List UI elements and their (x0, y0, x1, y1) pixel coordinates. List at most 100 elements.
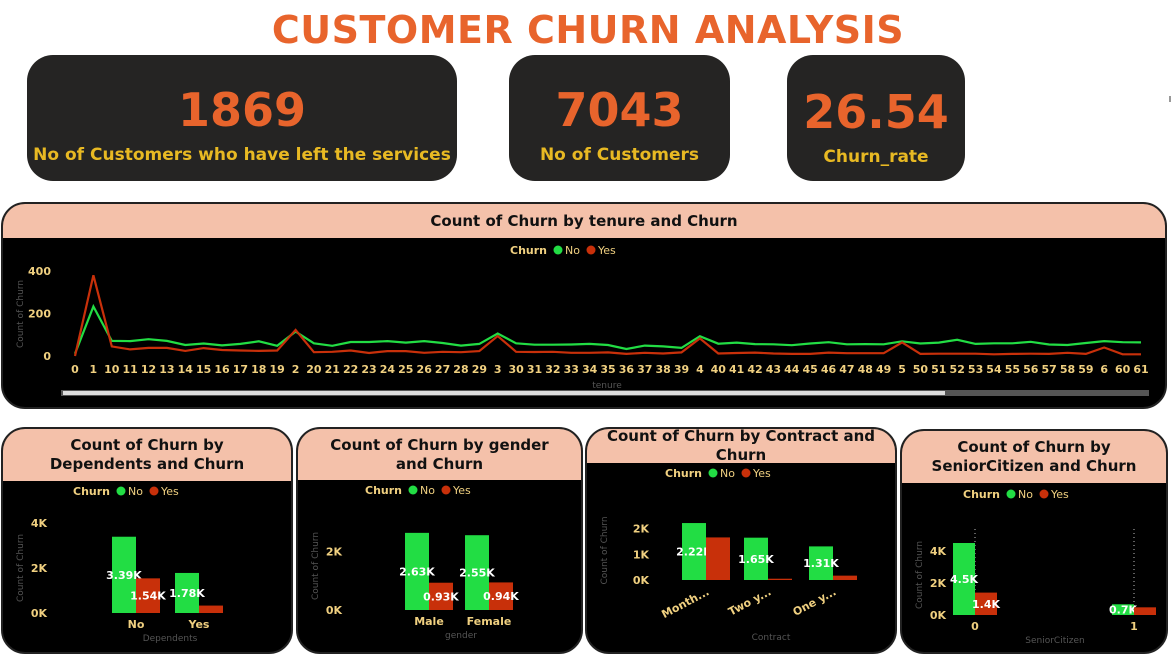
x-tick-label: Male (414, 615, 444, 628)
x-tick-label: 60 (1115, 363, 1131, 376)
data-label: 1.4K (972, 598, 1000, 611)
data-label: 1.65K (738, 553, 774, 566)
legend-yes-marker (586, 245, 596, 255)
x-tick-label: 4 (696, 363, 704, 376)
x-tick-label: 26 (417, 363, 433, 376)
y-tick-label: 4K (31, 517, 48, 530)
x-tick-label: 30 (508, 363, 524, 376)
y-tick-label: 2K (930, 577, 947, 590)
chart-title: Count of Churn by SeniorCitizen and Chur… (902, 431, 1166, 483)
x-tick-label: 14 (178, 363, 194, 376)
x-tick-label: 54 (986, 363, 1002, 376)
x-axis-label: SeniorCitizen (1025, 636, 1084, 646)
legend-no-label: No (128, 485, 143, 498)
bar-yes (833, 575, 857, 580)
x-tick-label: 49 (876, 363, 891, 376)
x-tick-label: 37 (637, 363, 652, 376)
x-axis-label: Contract (752, 633, 791, 643)
x-tick-label: 0 (971, 620, 979, 633)
x-tick-label: 25 (398, 363, 413, 376)
kpi-value: 7043 (555, 83, 684, 137)
x-tick-label: 17 (233, 363, 248, 376)
x-tick-label: 23 (361, 363, 376, 376)
x-tick-label: 31 (527, 363, 542, 376)
data-label: 4.5K (950, 573, 978, 586)
x-tick-label: 3 (494, 363, 502, 376)
chart-title: Count of Churn by Contract and Churn (587, 429, 895, 464)
kpi-label: No of Customers (539, 145, 700, 165)
x-tick-label: 1 (90, 363, 98, 376)
y-axis-label: Count of Churn (16, 534, 26, 602)
x-tick-label: 57 (1041, 363, 1056, 376)
legend-no-label: No (565, 244, 580, 257)
legend-title: Churn (963, 488, 1000, 501)
legend-no-marker (1006, 489, 1016, 499)
x-tick-label: 2 (292, 363, 300, 376)
kpi-card-churned: 1869 No of Customers who have left the s… (27, 55, 457, 181)
x-tick-label: 61 (1133, 363, 1148, 376)
x-tick-label: 58 (1060, 363, 1075, 376)
series-line-no (73, 303, 1142, 355)
x-scrollbar-thumb (63, 391, 945, 395)
y-axis-label: Count of Churn (311, 532, 321, 600)
senior-bar-chart: Churn No Yes 0K 2K 4K Count of Churn 4.5K 1.4K 0 0… (915, 488, 1156, 646)
x-tick-label: No (128, 618, 145, 631)
x-tick-label: 42 (747, 363, 762, 376)
x-axis-label: gender (445, 631, 477, 641)
data-label: 0.93K (423, 590, 459, 603)
x-tick-label: 52 (950, 363, 965, 376)
bar-yes (1134, 607, 1156, 615)
x-tick-label: 24 (380, 363, 396, 376)
bar-yes (768, 578, 792, 580)
kpi-label: Churn_rate (823, 147, 929, 167)
x-tick-label: 34 (582, 363, 598, 376)
kpi-card-customers: 7043 No of Customers (509, 55, 730, 181)
y-axis-label: Count of Churn (16, 280, 26, 348)
x-tick-label: 45 (803, 363, 818, 376)
x-tick-label: 56 (1023, 363, 1039, 376)
legend-title: Churn (365, 484, 402, 497)
x-axis-label: tenure (592, 381, 622, 391)
y-tick-label: 2K (31, 562, 48, 575)
x-tick-label: 47 (839, 363, 854, 376)
x-tick-label: 43 (766, 363, 781, 376)
x-tick-label: 39 (674, 363, 689, 376)
data-label: 0.7K (1109, 604, 1137, 617)
x-tick-label: 10 (104, 363, 120, 376)
kpi-label: No of Customers who have left the servic… (33, 145, 451, 165)
x-tick-label: 46 (821, 363, 837, 376)
x-tick-label: 21 (325, 363, 340, 376)
data-label: 1.54K (130, 590, 166, 603)
y-tick-label: 0K (633, 574, 650, 587)
x-tick-label: 13 (159, 363, 174, 376)
x-tick-label: 28 (453, 363, 468, 376)
kpi-card-churn-rate: 26.54 Churn_rate (787, 55, 965, 181)
chart-title: Count of Churn by tenure and Churn (3, 204, 1165, 238)
y-tick-label: 0K (31, 607, 48, 620)
page-title: CUSTOMER CHURN ANALYSIS (271, 8, 905, 52)
data-label: 0.94K (483, 590, 519, 603)
legend-yes-label: Yes (1050, 488, 1069, 501)
legend-yes-label: Yes (597, 244, 616, 257)
data-label: 1.31K (803, 557, 839, 570)
x-tick-label: 19 (270, 363, 285, 376)
x-tick-label: 15 (196, 363, 211, 376)
bar-yes (199, 605, 223, 613)
data-label: 1.78K (169, 587, 205, 600)
x-tick-label: 0 (71, 363, 79, 376)
legend-no-marker (116, 486, 126, 496)
legend-no-label: No (1018, 488, 1033, 501)
legend-title: Churn (510, 244, 547, 257)
x-axis-label: Dependents (143, 634, 198, 644)
x-tick-label: 18 (251, 363, 266, 376)
y-tick-label: 400 (28, 265, 51, 278)
x-tick-label: 16 (214, 363, 230, 376)
y-tick-label: 1K (633, 548, 650, 561)
x-tick-label: 50 (913, 363, 929, 376)
legend-yes-label: Yes (452, 484, 471, 497)
x-tick-label: 41 (729, 363, 744, 376)
x-tick-label: 33 (564, 363, 579, 376)
x-tick-label: 40 (711, 363, 727, 376)
gender-bar-chart: Churn No Yes 0K 2K Count of Churn 2.63K 0.93K Ma… (311, 484, 519, 641)
legend-yes-marker (441, 485, 451, 495)
